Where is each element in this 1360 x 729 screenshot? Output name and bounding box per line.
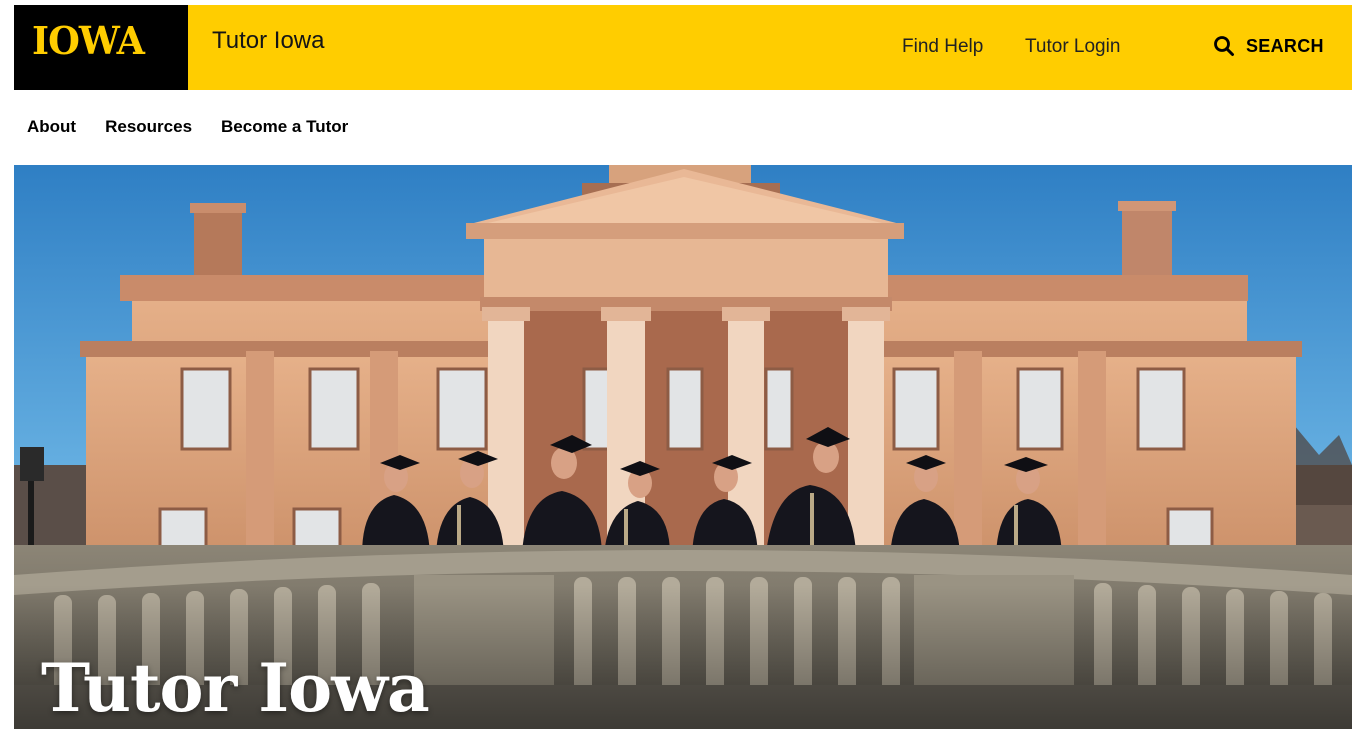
hero-banner: Tutor Iowa	[14, 165, 1352, 729]
search-label: SEARCH	[1246, 36, 1324, 56]
nav-item-become-a-tutor[interactable]: Become a Tutor	[221, 118, 348, 135]
nav-item-about[interactable]: About	[27, 118, 76, 135]
search-button[interactable]: SEARCH	[1212, 33, 1324, 59]
site-title-link[interactable]: Tutor Iowa	[212, 29, 325, 53]
logo-wordmark: IOWA	[32, 18, 145, 63]
main-navigation: About Resources Become a Tutor	[27, 118, 348, 135]
tutor-login-link[interactable]: Tutor Login	[1025, 37, 1120, 56]
site-header: IOWA Tutor Iowa Find Help Tutor Login SE…	[14, 5, 1352, 90]
iowa-logo[interactable]: IOWA	[14, 5, 188, 90]
nav-item-resources[interactable]: Resources	[105, 118, 192, 135]
find-help-link[interactable]: Find Help	[902, 37, 983, 56]
hero-title: Tutor Iowa	[41, 649, 430, 727]
hero-image	[14, 165, 1352, 729]
search-icon	[1214, 36, 1234, 56]
